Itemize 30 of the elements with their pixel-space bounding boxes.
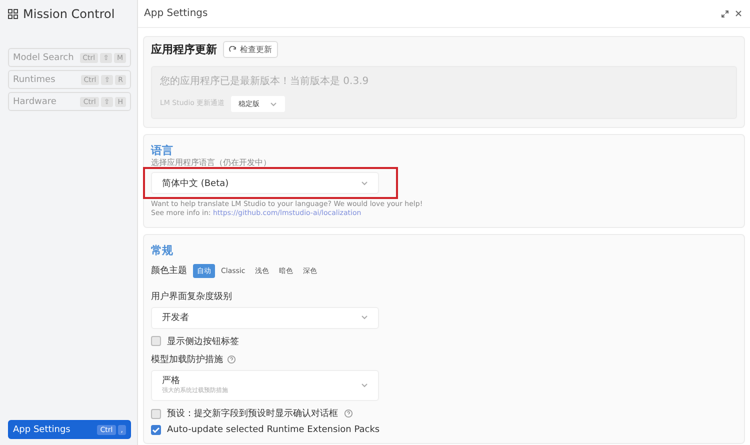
chevron-down-icon <box>361 315 368 320</box>
page-title: App Settings <box>144 8 208 19</box>
version-status: 您的应用程序已是最新版本！当前版本是 0.3.9 <box>160 75 370 88</box>
select-value: 严格 <box>162 376 181 387</box>
refresh-icon <box>229 46 237 54</box>
complexity-select[interactable]: 开发者 <box>151 306 379 329</box>
sidebar-title: Mission Control <box>23 7 115 21</box>
check-update-button[interactable]: 检查更新 <box>223 41 278 58</box>
help-icon <box>344 409 353 418</box>
field-label: 用户界面复杂度级别 <box>151 292 232 302</box>
section-title: 语言 <box>151 143 174 158</box>
field-label: 选择应用程序语言（仍在开发中） <box>151 158 272 168</box>
checkbox-label: 预设：提交新字段到预设时显示确认对话框 <box>167 408 338 420</box>
chevron-down-icon <box>270 102 277 106</box>
section-title: 常规 <box>151 242 174 258</box>
checkbox[interactable] <box>151 408 161 419</box>
field-label: 模型加载防护措施 <box>151 354 223 366</box>
grid-icon <box>8 9 18 19</box>
help-icon <box>227 354 236 364</box>
section-title: 应用程序更新 <box>151 42 217 57</box>
expand-icon[interactable] <box>721 10 729 18</box>
field-label: 颜色主题 <box>151 264 187 278</box>
checkbox[interactable] <box>151 336 161 346</box>
chevron-down-icon <box>361 382 368 388</box>
checkbox-label: Auto-update selected Runtime Extension Packs <box>167 425 380 436</box>
language-select[interactable]: 简体中文 (Beta) <box>151 172 379 194</box>
checkbox-label: 显示侧边按钮标签 <box>167 336 239 348</box>
chevron-down-icon <box>361 180 368 186</box>
close-icon[interactable] <box>735 10 742 17</box>
checkbox[interactable] <box>151 425 161 436</box>
